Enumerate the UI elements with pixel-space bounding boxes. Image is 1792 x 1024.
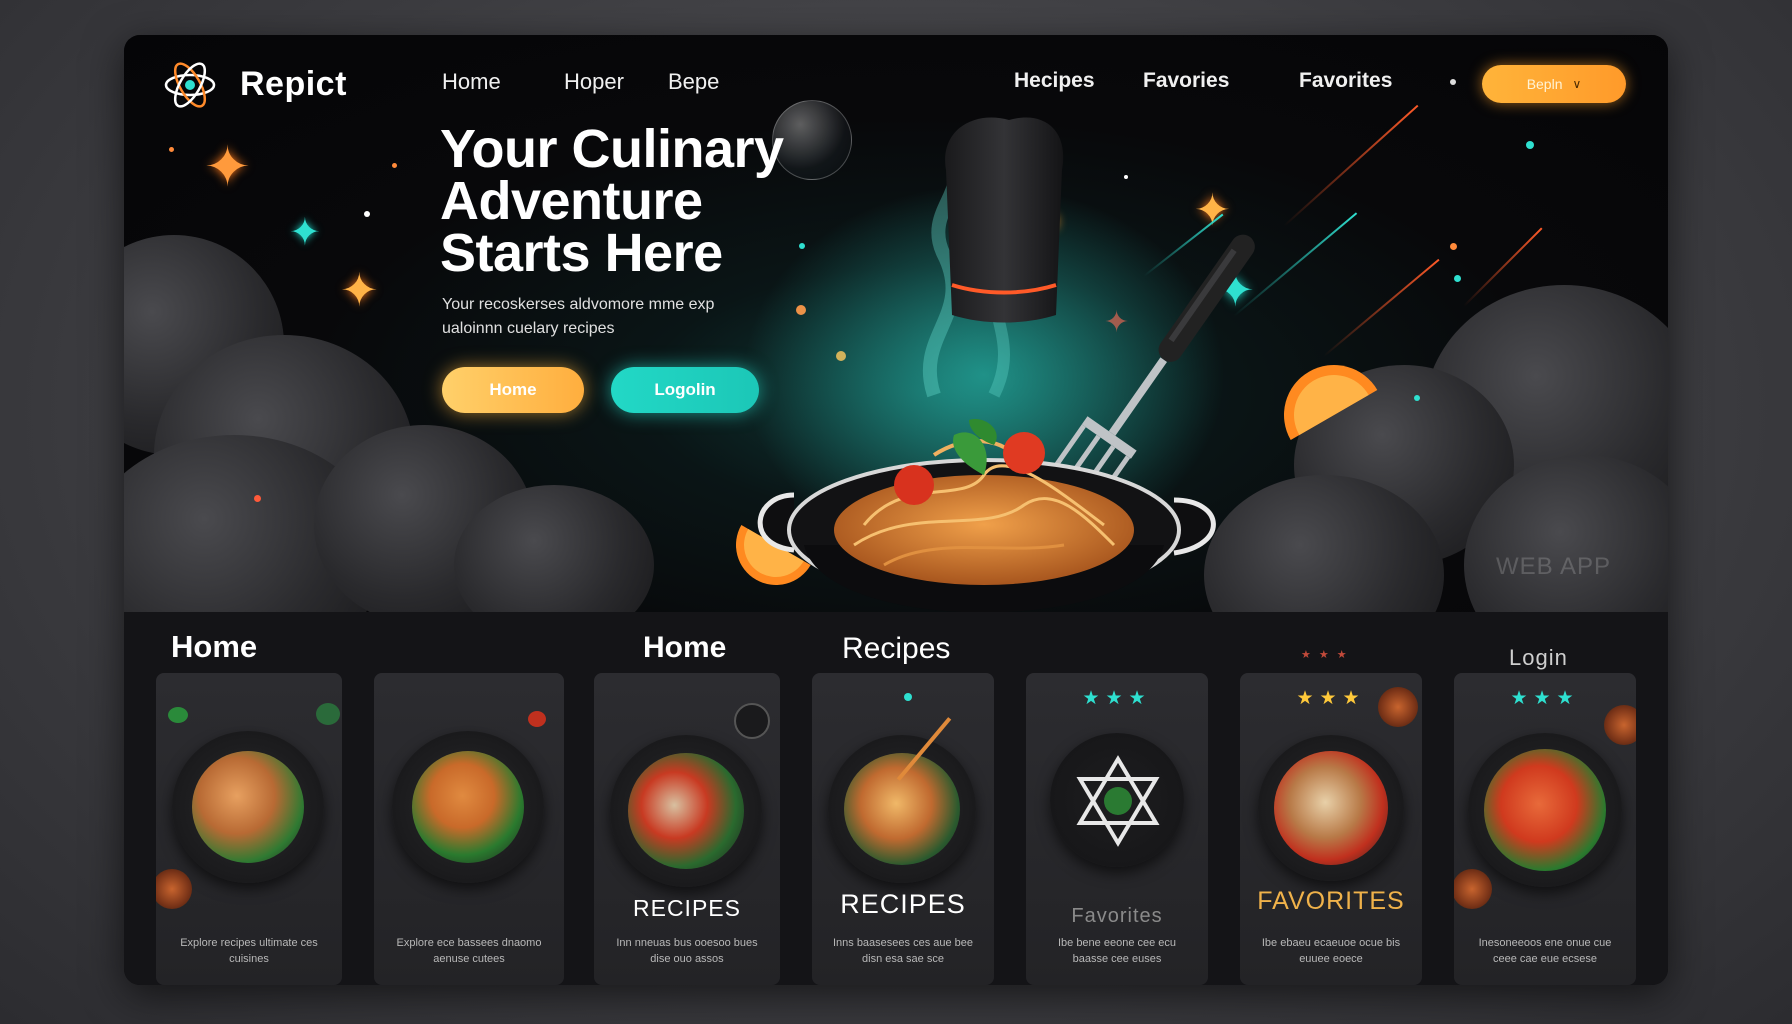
food-image	[628, 753, 744, 869]
side-bowl	[1604, 705, 1636, 745]
nav-link-recipes[interactable]: Hecipes	[1014, 69, 1095, 93]
card-description: Inn nneuas bus ooesoo bues dise ouo asso…	[616, 937, 758, 965]
card-description: Ibe ebaeu ecaeuoe ocue bis euuee eoece	[1261, 937, 1401, 965]
hero-home-button[interactable]: Home	[442, 367, 584, 413]
section-login-link[interactable]: Login	[1509, 645, 1568, 671]
card-title: Favorites	[1071, 905, 1163, 927]
recipe-card[interactable]: ★★★ Favorites Ibe bene eeone cee ecu baa…	[1026, 673, 1208, 985]
nav-link-home[interactable]: Home	[442, 69, 501, 95]
card-title: RECIPES	[840, 889, 966, 919]
section-tab-recipes[interactable]: Recipes	[842, 632, 950, 666]
glow-dot	[1454, 275, 1461, 282]
nav-link-bepe[interactable]: Bepe	[668, 69, 719, 95]
recipe-card[interactable]: RECIPES Inns baasesees ces aue bee disn …	[812, 673, 994, 985]
nav-cta-button[interactable]: Bepln ∨	[1482, 65, 1626, 103]
recipe-card[interactable]: ★★★ Inesoneeoos ene onue cue ceee cae eu…	[1454, 673, 1636, 985]
sparkle-icon: ✦	[204, 135, 251, 200]
star-of-david-icon	[1076, 755, 1160, 847]
sparkle-icon: ✦	[340, 263, 379, 317]
glow-dot	[169, 147, 174, 152]
hero-subtext: Your recoskerses aldvomore mme exp ualoi…	[442, 296, 715, 337]
sparkle-dot	[904, 693, 912, 701]
card-description: Inns baasesees ces aue bee disn esa sae …	[832, 937, 974, 965]
glow-dot	[392, 163, 397, 168]
nav-separator-dot	[1450, 79, 1456, 85]
top-nav: Repict Home Hoper Bepe Hecipes Favories …	[124, 35, 1668, 127]
app-window: ✦ ✦ ✦ ✦ ✦ ✦	[124, 35, 1668, 985]
recipe-card[interactable]: Explore recipes ultimate ces cuisines	[156, 673, 342, 985]
herb-garnish	[316, 703, 340, 725]
food-image	[844, 753, 960, 865]
section-tab-home[interactable]: Home	[643, 631, 726, 665]
side-bowl	[156, 869, 192, 909]
hero-section: ✦ ✦ ✦ ✦ ✦ ✦	[124, 35, 1668, 612]
hero-login-button[interactable]: Logolin	[611, 367, 759, 413]
tomato-garnish	[528, 711, 546, 727]
glow-dot	[1526, 141, 1534, 149]
glow-dot	[364, 211, 370, 217]
web-app-watermark: WEB APP	[1496, 553, 1612, 580]
chevron-down-icon: ∨	[1572, 77, 1582, 91]
recipes-section: Home Home Recipes ★★★ Login Explore reci…	[124, 612, 1668, 985]
card-description: Explore recipes ultimate ces cuisines	[180, 937, 318, 965]
nav-link-hoper[interactable]: Hoper	[564, 69, 624, 95]
recipe-card[interactable]: RECIPES Inn nneuas bus ooesoo bues dise …	[594, 673, 780, 985]
nav-link-favorites-2[interactable]: Favorites	[1299, 69, 1392, 93]
recipe-card[interactable]: Explore ece bassees dnaomo aenuse cutees	[374, 673, 564, 985]
card-description: Inesoneeoos ene onue cue ceee cae eue ec…	[1478, 937, 1612, 965]
side-bowl	[1378, 687, 1418, 727]
food-image	[1274, 751, 1388, 865]
rating-stars: ★★★	[1082, 687, 1152, 709]
mini-stars-decoration: ★★★	[1301, 648, 1355, 661]
sparkle-icon: ✦	[289, 210, 321, 254]
nav-link-favorites[interactable]: Favories	[1143, 69, 1229, 93]
app-name[interactable]: Repict	[240, 65, 347, 104]
card-description: Explore ece bassees dnaomo aenuse cutees	[396, 937, 542, 965]
section-title-home: Home	[171, 629, 258, 664]
mini-bowl	[734, 703, 770, 739]
herb-garnish	[168, 707, 188, 723]
glow-dot	[1450, 243, 1457, 250]
food-image	[1484, 749, 1606, 871]
food-image	[192, 751, 304, 863]
side-bowl	[1454, 869, 1492, 909]
atom-logo-icon[interactable]	[162, 57, 218, 113]
card-title: FAVORITES	[1257, 887, 1405, 915]
card-description: Ibe bene eeone cee ecu baasse cee euses	[1057, 937, 1177, 965]
hero-headline: Your Culinary Adventure Starts Here	[440, 119, 784, 283]
recipe-card[interactable]: ★★★ FAVORITES Ibe ebaeu ecaeuoe ocue bis…	[1240, 673, 1422, 985]
nav-cta-label: Bepln	[1526, 76, 1563, 92]
rating-stars: ★★★	[1510, 687, 1580, 709]
card-title: RECIPES	[633, 895, 741, 921]
food-image	[412, 751, 524, 863]
glow-dot	[1414, 395, 1420, 401]
glow-dot	[254, 495, 261, 502]
